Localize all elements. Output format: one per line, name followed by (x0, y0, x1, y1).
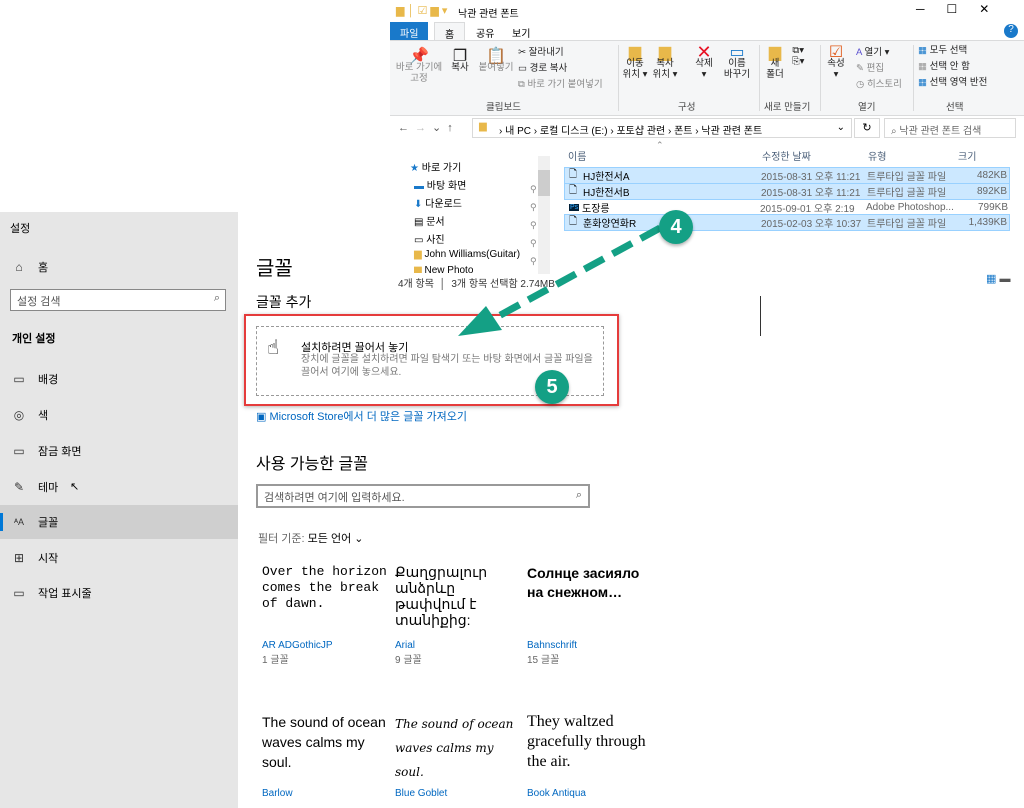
step-badge-4: 4 (659, 210, 693, 244)
drag-arrow (458, 224, 662, 336)
arrow-head-icon (458, 306, 502, 336)
drag-arrow-line (493, 224, 662, 322)
